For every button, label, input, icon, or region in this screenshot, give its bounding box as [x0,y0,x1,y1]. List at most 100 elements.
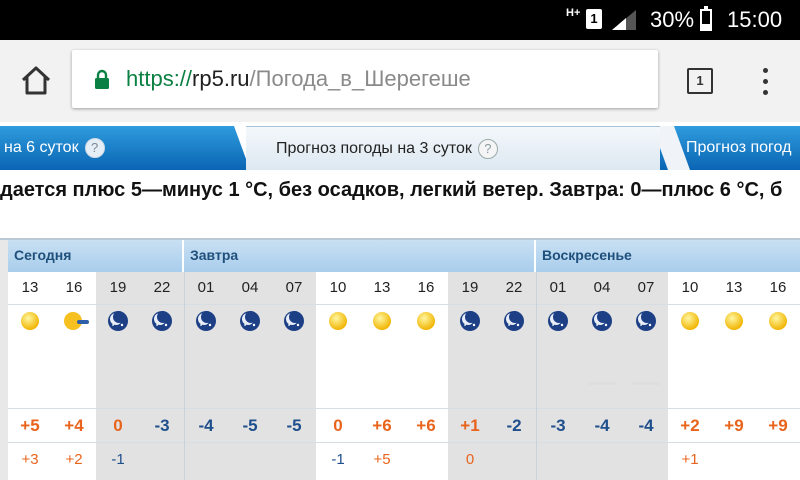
hour-label: 13 [725,279,743,296]
sun-icon [415,310,437,332]
forecast-table: Сегодня Завтра Воскресенье 13 +5 +3 16 +4 +2 1… [0,238,800,480]
hour-label: 13 [21,279,39,296]
hour-label: 19 [461,279,479,296]
forecast-grid: 13 +5 +3 16 +4 +2 19 0 -1 22 -3 01 -4 04 -5 07 -5 10 0 -1 13… [0,272,800,480]
hour-label: 22 [153,279,171,296]
sun-icon [723,310,745,332]
temperature-value: -3 [550,416,566,435]
help-icon[interactable]: ? [477,138,498,159]
battery-percent: 30% [650,7,695,32]
tab-forecast-more[interactable]: Прогноз погод [660,126,800,170]
moon-icon [107,310,129,332]
url-path: /Погода_в_Шерегеше [249,66,471,91]
hour-label: 07 [285,279,303,296]
row-divider [0,408,800,409]
temperature-value: +5 [20,416,40,435]
sun-icon [327,310,349,332]
moon-icon [591,310,613,332]
tab-label: Прогноз погоды на 3 суток [276,140,472,157]
forecast-summary: дается плюс 5—минус 1 °С, без осадков, л… [0,179,783,201]
hour-label: 04 [593,279,611,296]
hour-label: 16 [417,279,435,296]
battery-icon [700,6,712,31]
moon-icon [195,310,217,332]
moon-icon [239,310,261,332]
menu-icon[interactable] [758,68,772,96]
tab-3-days[interactable]: Прогноз погоды на 3 суток? [246,126,666,170]
tab-label: на 6 суток [4,139,79,156]
moon-icon [151,310,173,332]
moon-icon [635,310,657,332]
precip-mark [632,382,660,385]
temperature-value: +6 [416,416,436,435]
temperature-value: -5 [242,416,258,435]
temperature-value: +2 [680,416,700,435]
temperature-value: +6 [372,416,392,435]
temperature-value: -4 [638,416,654,435]
lock-icon [95,69,109,89]
row-divider [0,304,800,305]
temperature-value: +4 [64,416,84,435]
precip-mark [588,382,616,385]
temperature-value: 0 [113,416,123,435]
browser-toolbar: https://rp5.ru/Погода_в_Шерегеше 1 [0,40,800,122]
tabs-icon[interactable]: 1 [687,68,713,94]
hour-label: 22 [505,279,523,296]
hour-label: 07 [637,279,655,296]
sim-icon: 1 [586,9,602,29]
hour-label: 13 [373,279,391,296]
sun-icon [767,310,789,332]
day-divider [536,272,537,480]
day-sunday: Воскресенье [536,240,800,272]
moon-icon [547,310,569,332]
temperature-value: -4 [198,416,214,435]
moon-icon [503,310,525,332]
temperature-value: -4 [594,416,610,435]
feels-like-value: +1 [681,451,699,468]
scroll-edge [0,240,8,480]
signal-icon [612,10,636,30]
url-text[interactable]: https://rp5.ru/Погода_в_Шерегеше [126,66,471,92]
day-today: Сегодня [8,240,184,272]
hour-label: 16 [769,279,787,296]
hour-label: 16 [65,279,83,296]
help-icon[interactable]: ? [84,137,105,158]
day-divider [184,272,185,480]
status-bar: H+ 1 30% 15:00 [0,0,800,40]
feels-like-value: -1 [111,451,125,468]
hour-label: 10 [681,279,699,296]
network-type: H+ [566,7,581,19]
moon-icon [459,310,481,332]
temperature-value: +9 [724,416,744,435]
sun-icon [19,310,41,332]
temperature-value: -2 [506,416,522,435]
hour-label: 01 [549,279,567,296]
hour-label: 04 [241,279,259,296]
address-bar[interactable]: https://rp5.ru/Погода_в_Шерегеше [72,50,658,108]
feels-like-value: +2 [65,451,83,468]
feels-like-value: -1 [331,451,345,468]
temperature-value: -5 [286,416,302,435]
feels-like-value: +3 [21,451,39,468]
sun-cloud-icon [63,310,89,332]
hour-label: 01 [197,279,215,296]
url-host: rp5.ru [192,66,250,91]
feels-like-value: +5 [373,451,391,468]
feels-like-value: 0 [465,451,475,468]
forecast-tabs: на 6 суток? Прогноз погоды на 3 суток? П… [0,122,800,172]
day-header-row: Сегодня Завтра Воскресенье [0,240,800,272]
hour-label: 19 [109,279,127,296]
temperature-value: +9 [768,416,788,435]
sun-icon [371,310,393,332]
temperature-value: 0 [333,416,343,435]
tab-6-days[interactable]: на 6 суток? [0,126,262,170]
temperature-value: -3 [154,416,170,435]
hour-label: 10 [329,279,347,296]
day-tomorrow: Завтра [184,240,536,272]
clock: 15:00 [727,7,783,32]
tab-label: Прогноз погод [686,139,792,156]
home-icon[interactable] [18,62,54,98]
sun-icon [679,310,701,332]
moon-icon [283,310,305,332]
url-scheme: https:// [126,66,193,91]
